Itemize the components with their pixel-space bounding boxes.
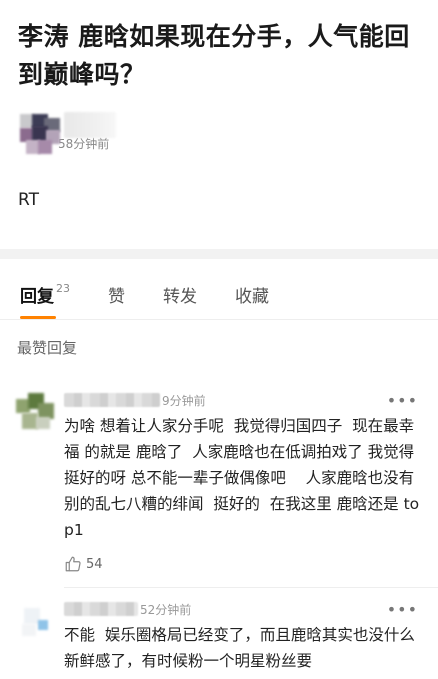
- thumbs-up-icon[interactable]: [64, 555, 82, 573]
- comment-actions: 54: [64, 551, 422, 577]
- username-redacted[interactable]: [64, 602, 138, 616]
- tab-bar: 回复 23 赞 转发 收藏: [0, 269, 438, 319]
- comment-item: 52分钟前 ••• 不能 娱乐圈格局已经变了，而且鹿晗其实也没什么新鲜感了，有时…: [0, 598, 438, 674]
- tab-replies[interactable]: 回复 23: [20, 282, 70, 319]
- author-row: 58分钟前: [18, 112, 420, 154]
- tab-likes[interactable]: 赞: [108, 282, 125, 319]
- comment-header: 52分钟前 •••: [64, 598, 422, 620]
- tab-favorites[interactable]: 收藏: [235, 282, 269, 319]
- avatar[interactable]: [16, 602, 54, 640]
- post-header: 李涛 鹿晗如果现在分手，人气能回到巅峰吗？ 58分钟前: [0, 0, 438, 154]
- comment-header: 9分钟前 •••: [64, 389, 422, 411]
- comment-text: 为啥 想着让人家分手呢 我觉得归国四子 现在最幸福 的就是 鹿晗了 人家鹿晗也在…: [64, 417, 420, 539]
- avatar[interactable]: [20, 114, 60, 154]
- comment-content: 52分钟前 ••• 不能 娱乐圈格局已经变了，而且鹿晗其实也没什么新鲜感了，有时…: [64, 598, 422, 674]
- post-title: 李涛 鹿晗如果现在分手，人气能回到巅峰吗？: [18, 22, 410, 89]
- author-name-redacted[interactable]: [64, 112, 116, 138]
- tab-replies-label: 回复: [20, 287, 54, 307]
- tab-reposts[interactable]: 转发: [163, 282, 197, 319]
- comment-text: 不能 娱乐圈格局已经变了，而且鹿晗其实也没什么新鲜感了，有时候粉一个明星粉丝要: [64, 626, 415, 670]
- username-redacted[interactable]: [64, 393, 160, 407]
- more-dots-icon[interactable]: •••: [387, 600, 418, 619]
- comment-time: 9分钟前: [162, 393, 206, 408]
- section-title: 最赞回复: [17, 339, 78, 357]
- tab-replies-count: 23: [56, 282, 70, 295]
- avatar[interactable]: [16, 393, 54, 431]
- comment-content: 9分钟前 ••• 为啥 想着让人家分手呢 我觉得归国四子 现在最幸福 的就是 鹿…: [64, 389, 422, 577]
- comment-item: 9分钟前 ••• 为啥 想着让人家分手呢 我觉得归国四子 现在最幸福 的就是 鹿…: [0, 389, 438, 577]
- comment-divider: [64, 587, 438, 588]
- more-dots-icon[interactable]: •••: [387, 391, 418, 410]
- comment-time: 52分钟前: [140, 602, 192, 617]
- post-body: RT: [18, 190, 39, 210]
- section-divider: [0, 249, 438, 259]
- like-count: 54: [86, 556, 103, 572]
